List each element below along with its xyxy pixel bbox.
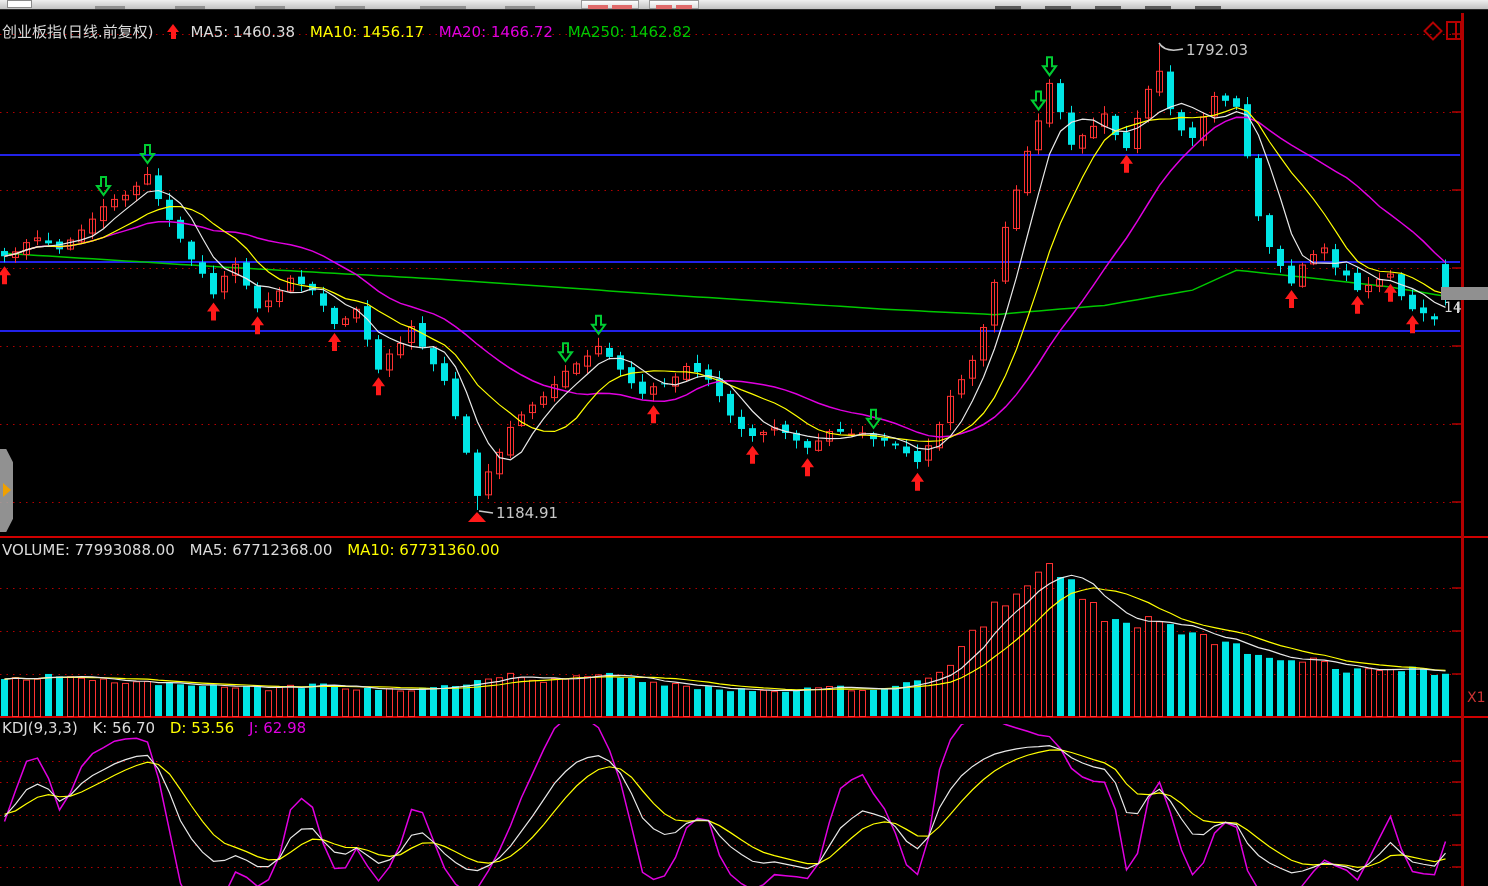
kdj-k-value: K: 56.70 [92,719,155,737]
menubar-text-remnant [420,6,466,9]
menubar-button-text-remnant [676,5,692,9]
menubar-text-remnant [1195,6,1221,9]
menubar-button[interactable] [649,0,699,9]
price-axis-line [1461,13,1464,886]
kdj-j-value: J: 62.98 [249,719,306,737]
page-split-icon[interactable] [1446,21,1462,40]
volume-chart-canvas[interactable] [0,536,1488,718]
menubar-text-remnant [1145,6,1171,9]
price-legend: 创业板指(日线.前复权) MA5: 1460.38 MA10: 1456.17 M… [2,21,701,42]
instrument-title: 创业板指(日线.前复权) [2,23,153,41]
period-high-label: 1792.03 [1186,41,1248,59]
menubar-text-remnant [995,6,1021,9]
up-arrow-icon [167,24,180,39]
ma10-value: MA10: 1456.17 [310,23,424,41]
kdj-title: KDJ(9,3,3) [2,719,78,737]
menubar-button[interactable] [581,0,639,9]
menubar-button-text-remnant [612,5,632,9]
vol-ma10-value: MA10: 67731360.00 [347,541,499,559]
menubar-text-remnant [505,6,535,9]
price-chart-canvas[interactable] [0,9,1488,536]
menubar-text-remnant [335,6,365,9]
expand-arrow-icon [3,483,11,497]
kdj-d-value: D: 53.56 [170,719,234,737]
kdj-chart-canvas[interactable] [0,718,1488,886]
menubar-text-remnant [175,6,205,9]
menubar-text-remnant [255,6,285,9]
menubar-text-remnant [95,6,125,9]
last-price-text: 14 [1444,300,1462,316]
menubar-text-remnant [1095,6,1121,9]
sidebar-expander-handle[interactable] [0,449,13,532]
menubar[interactable] [0,0,1488,10]
ma250-value: MA250: 1462.82 [568,23,692,41]
menubar-button-text-remnant [656,5,672,9]
last-price-marker [1441,287,1488,300]
menubar-window-icon[interactable] [7,0,32,8]
volume-scale-multiplier: X1 [1467,690,1486,706]
trading-app-window: 创业板指(日线.前复权) MA5: 1460.38 MA10: 1456.17 M… [0,0,1488,886]
period-low-label: 1184.91 [496,504,558,522]
menubar-text-remnant [1045,6,1071,9]
menubar-button-text-remnant [588,5,608,9]
volume-legend: VOLUME: 77993088.00 MA5: 67712368.00 MA1… [2,541,510,559]
volume-value: VOLUME: 77993088.00 [2,541,175,559]
vol-ma5-value: MA5: 67712368.00 [190,541,333,559]
ma5-value: MA5: 1460.38 [190,23,295,41]
kdj-legend: KDJ(9,3,3) K: 56.70 D: 53.56 J: 62.98 [2,719,316,737]
ma20-value: MA20: 1466.72 [439,23,553,41]
